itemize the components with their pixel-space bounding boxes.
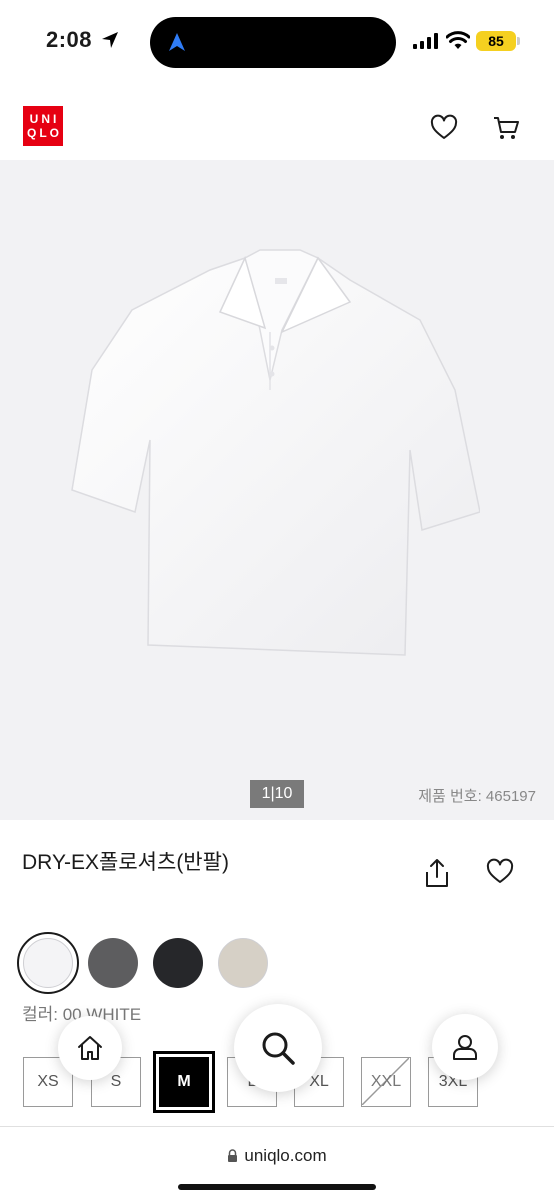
search-nav-button[interactable]: [234, 1004, 322, 1092]
home-nav-button[interactable]: [58, 1016, 122, 1080]
logo-line-1: UNI: [29, 112, 60, 126]
size-button-m-label: M: [159, 1057, 209, 1107]
color-swatch-gray[interactable]: [88, 938, 138, 988]
cellular-signal-icon: [413, 33, 438, 49]
color-swatch-black[interactable]: [153, 938, 203, 988]
size-button-xxl: XXL: [361, 1057, 411, 1107]
app-header: UNI QLO: [0, 84, 554, 160]
account-nav-button[interactable]: [432, 1014, 498, 1080]
url-display[interactable]: uniqlo.com: [0, 1146, 554, 1166]
product-title: DRY-EX폴로셔츠(반팔): [22, 851, 229, 874]
uniqlo-logo[interactable]: UNI QLO: [23, 106, 63, 146]
image-counter: 1|10: [250, 780, 304, 808]
navigation-icon: [169, 33, 185, 51]
logo-line-2: QLO: [27, 126, 62, 140]
size-button-xxl-label: XXL: [370, 1073, 402, 1090]
battery-tip: [517, 37, 520, 45]
favorite-heart-icon[interactable]: [486, 858, 514, 886]
home-icon: [78, 1036, 102, 1060]
cart-icon[interactable]: [492, 114, 520, 142]
polo-shirt-image: [71, 249, 480, 656]
product-number: 제품 번호: 465197: [418, 788, 536, 805]
color-swatch-white[interactable]: [23, 938, 73, 988]
size-button-m[interactable]: M: [153, 1051, 215, 1113]
lock-icon: [228, 1149, 238, 1162]
search-icon: [262, 1032, 295, 1065]
wifi-icon: [446, 31, 470, 49]
location-arrow-icon: [102, 32, 118, 48]
user-icon: [453, 1035, 477, 1060]
wishlist-heart-icon[interactable]: [430, 114, 458, 142]
status-bar: 2:08 85: [0, 0, 554, 84]
home-indicator: [178, 1184, 376, 1190]
battery-indicator: 85: [476, 31, 516, 51]
product-image-carousel[interactable]: 1|10 제품 번호: 465197: [0, 160, 554, 820]
share-icon[interactable]: [424, 858, 450, 888]
browser-url-bar[interactable]: uniqlo.com: [0, 1126, 554, 1200]
url-text: uniqlo.com: [244, 1146, 327, 1165]
status-time: 2:08: [46, 27, 93, 52]
color-swatch-beige[interactable]: [218, 938, 268, 988]
